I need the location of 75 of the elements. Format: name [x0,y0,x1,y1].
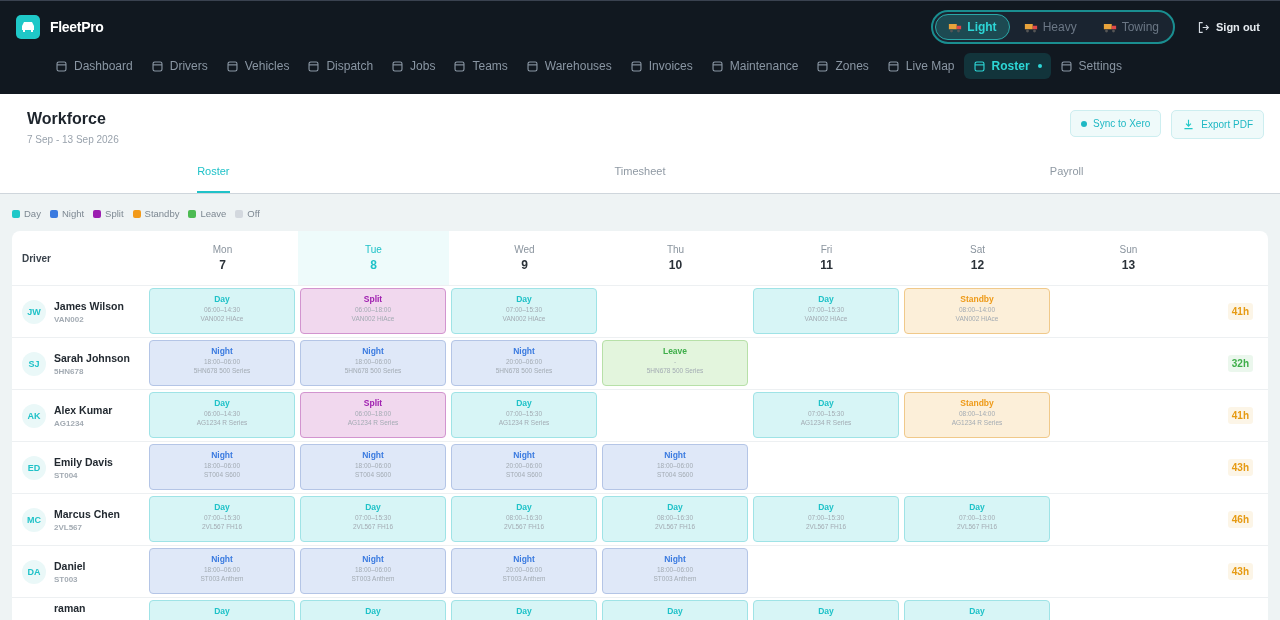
mode-toggle[interactable]: Towing [1090,14,1171,40]
legend-label: Split [105,208,124,219]
nav-item[interactable]: Dispatch [298,53,383,79]
driver-name: Marcus Chen [54,507,120,520]
shift-block[interactable]: Day [602,600,748,620]
nav-item[interactable]: Dashboard [46,53,142,79]
sign-out-button[interactable]: Sign out [1191,19,1266,35]
truck-icon [948,21,963,33]
action-button[interactable]: Sync to Xero [1070,110,1162,137]
nav-item[interactable]: Drivers [141,53,217,79]
page-title: Workforce [27,110,107,128]
driver-vehicle: ST003 [54,574,79,584]
driver-avatar: DA [22,559,46,584]
column-heading: Driver [22,252,51,264]
driver-avatar: AK [22,403,46,428]
legend-label: Off [247,208,260,219]
nav-item[interactable]: Invoices [620,53,702,79]
day-heading: Tue 8 [298,231,449,285]
download-icon [1182,118,1196,131]
hours-badge: 32h [1227,355,1253,372]
driver-vehicle: 5HN678 [54,366,85,376]
driver-name: Sarah Johnson [54,351,130,364]
driver-name: raman [54,602,86,614]
driver-avatar: MC [22,507,46,532]
driver-vehicle: AG1234 [54,418,85,428]
nav-item[interactable]: Roster [963,53,1051,79]
driver-avatar: JW [22,299,46,324]
tab[interactable]: Timesheet [614,156,666,193]
day-heading: Mon 7 [211,243,234,274]
day-heading: Sun 13 [1118,243,1139,274]
day-heading: Sat 12 [969,243,986,274]
action-button[interactable]: Export PDF [1171,110,1264,139]
driver-name: Emily Davis [54,455,113,468]
shift-block[interactable]: Day [753,600,899,620]
driver-avatar: SJ [22,351,46,376]
legend-label: Standby [144,208,180,219]
nav-item[interactable]: Warehouses [516,53,621,79]
driver-vehicle: 2VL567 [54,522,84,532]
status-dot-icon [1081,120,1088,127]
nav-item[interactable]: Jobs [382,53,445,79]
hours-badge: 43h [1227,563,1253,580]
brand-name: FleetPro [50,19,104,35]
legend-label: Leave [200,208,227,219]
driver-name: Daniel [54,559,86,572]
hours-badge: 41h [1227,407,1253,424]
driver-avatar: ED [22,455,46,480]
legend-label: Night [61,208,85,219]
hours-badge: 43h [1227,459,1253,476]
mode-toggle[interactable]: Light [935,14,1010,40]
shift-block[interactable]: Day [300,600,446,620]
nav-item[interactable]: Live Map [877,53,964,79]
day-heading: Fri 11 [819,243,834,274]
mode-toggle[interactable]: Heavy [1011,14,1089,40]
day-heading: Wed 9 [513,243,536,274]
hours-badge: 41h [1227,303,1253,320]
nav-item[interactable]: Settings [1050,53,1131,79]
tab[interactable]: Payroll [1049,156,1084,193]
nav-item[interactable]: Teams [444,53,517,79]
shift-block[interactable]: Day [149,600,295,620]
date-range: 7 Sep - 13 Sep 2026 [27,134,119,145]
sign-out-icon [1197,20,1210,34]
nav-item[interactable]: Maintenance [701,53,808,79]
nav-item[interactable]: Vehicles [216,53,299,79]
legend-label: Day [24,208,41,219]
driver-name: Alex Kumar [54,403,113,416]
driver-vehicle: VAN002 [54,314,85,324]
driver-name: James Wilson [54,299,124,312]
day-heading: Thu 10 [665,243,686,274]
shift-block[interactable]: Day [904,600,1050,620]
hours-badge: 46h [1227,511,1253,528]
calendar-icon [972,59,986,73]
driver-vehicle: ST004 [54,470,79,480]
nav-item[interactable]: Zones [807,53,878,79]
car-logo-icon [16,15,40,39]
shift-block[interactable]: Day [451,600,597,620]
